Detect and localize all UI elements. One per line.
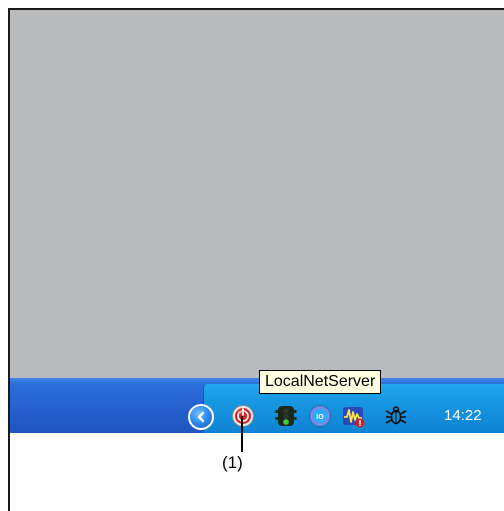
- callout-label: (1): [222, 453, 243, 472]
- traffic-light-icon[interactable]: [274, 404, 298, 428]
- chevron-left-icon: [197, 411, 205, 423]
- clock[interactable]: 14:22: [444, 407, 482, 424]
- network-io-icon[interactable]: IO: [308, 404, 332, 428]
- desktop-area: [10, 10, 504, 378]
- svg-text:IO: IO: [316, 414, 324, 421]
- signal-monitor-icon[interactable]: [342, 404, 366, 428]
- localnetserver-icon[interactable]: [231, 404, 255, 428]
- show-hidden-icons-button[interactable]: [188, 404, 214, 430]
- tooltip: LocalNetServer: [259, 370, 382, 394]
- bug-icon[interactable]: [384, 404, 408, 428]
- callout-line: [241, 416, 243, 452]
- figure-margin: [10, 433, 504, 511]
